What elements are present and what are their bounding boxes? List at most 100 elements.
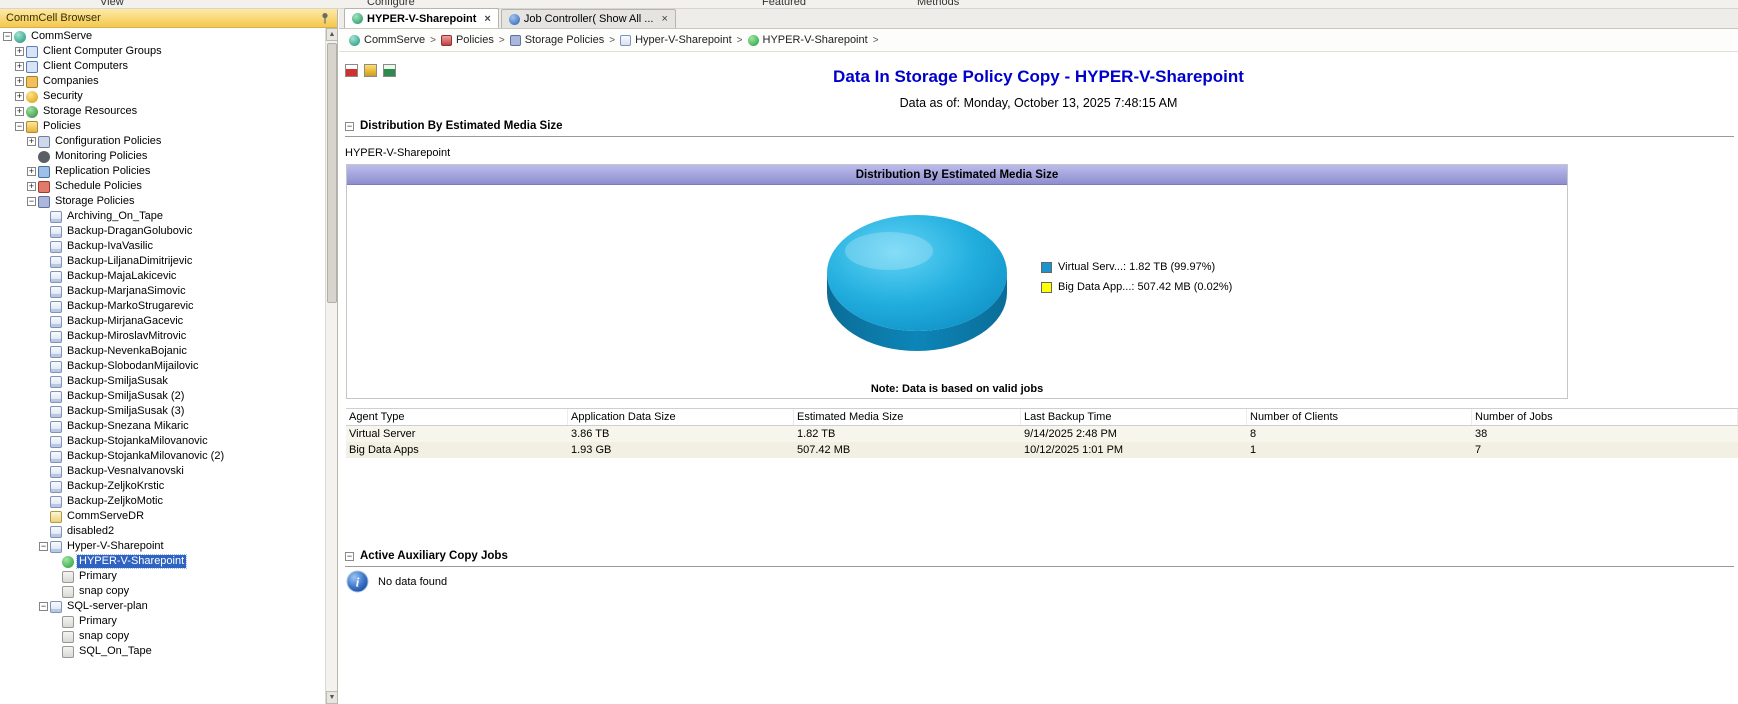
column-header-last-backup-time[interactable]: Last Backup Time <box>1021 409 1247 425</box>
tree-item-backup-nevenkabojanic[interactable]: Backup-NevenkaBojanic <box>0 344 325 359</box>
tree-item-monitoring-policies[interactable]: Monitoring Policies <box>0 149 325 164</box>
collapse-icon[interactable]: − <box>39 542 48 551</box>
breadcrumb-label: CommServe <box>364 34 426 46</box>
close-icon[interactable] <box>661 14 667 24</box>
report-content: Data In Storage Policy Copy - HYPER-V-Sh… <box>339 52 1738 704</box>
tree-item-primary[interactable]: Primary <box>0 614 325 629</box>
tree-item-label: Backup-DraganGolubovic <box>67 225 193 237</box>
breadcrumb-item-storage-policies[interactable]: Storage Policies <box>509 34 604 46</box>
scroll-up-icon[interactable] <box>326 28 337 41</box>
tab-hyper-v-sharepoint[interactable]: HYPER-V-Sharepoint <box>344 8 499 28</box>
ribbon-label-featured[interactable]: Featured <box>762 0 806 8</box>
sidebar-scrollbar[interactable] <box>325 28 337 704</box>
tree-item-policies[interactable]: − Policies <box>0 119 325 134</box>
tree-item-label: Policies <box>43 120 81 132</box>
tree-item-backup-smiljasusak[interactable]: Backup-SmiljaSusak <box>0 374 325 389</box>
section-distribution: Distribution By Estimated Media Size <box>345 120 1734 137</box>
tree-item-snap-copy[interactable]: snap copy <box>0 584 325 599</box>
tree-item-backup-liljanadimitrijevic[interactable]: Backup-LiljanaDimitrijevic <box>0 254 325 269</box>
breadcrumb-item-hyper-v-sharepoint[interactable]: HYPER-V-Sharepoint <box>747 34 868 46</box>
tree-item-label: Schedule Policies <box>55 180 142 192</box>
tree-item-replication-policies[interactable]: + Replication Policies <box>0 164 325 179</box>
legend-item-virtual-server: Virtual Serv...: 1.82 TB (99.97%) <box>1041 261 1232 273</box>
tree-item-client-computers[interactable]: + Client Computers <box>0 59 325 74</box>
storage-policy-icon <box>50 240 62 253</box>
tree-item-storage-resources[interactable]: + Storage Resources <box>0 104 325 119</box>
tree-item-backup-vesnaivanovski[interactable]: Backup-VesnaIvanovski <box>0 464 325 479</box>
column-header-agent-type[interactable]: Agent Type <box>346 409 568 425</box>
tree-item-sql-server-plan[interactable]: − SQL-server-plan <box>0 599 325 614</box>
tree-item-sql-on-tape[interactable]: SQL_On_Tape <box>0 644 325 659</box>
tree-item-security[interactable]: + Security <box>0 89 325 104</box>
tree-item-backup-majalakicevic[interactable]: Backup-MajaLakicevic <box>0 269 325 284</box>
tree-item-backup-dragangolubovic[interactable]: Backup-DraganGolubovic <box>0 224 325 239</box>
tree-item-backup-smiljasusak-3[interactable]: Backup-SmiljaSusak (3) <box>0 404 325 419</box>
collapse-icon[interactable] <box>345 121 354 131</box>
column-header-number-of-clients[interactable]: Number of Clients <box>1247 409 1472 425</box>
column-header-application-data-size[interactable]: Application Data Size <box>568 409 794 425</box>
schedule-policies-icon <box>38 180 50 193</box>
tree-item-commservedr[interactable]: CommServeDR <box>0 509 325 524</box>
tree-item-backup-zeljkokrstic[interactable]: Backup-ZeljkoKrstic <box>0 479 325 494</box>
expand-icon[interactable]: + <box>15 77 24 86</box>
tree-item-archiving-on-tape[interactable]: Archiving_On_Tape <box>0 209 325 224</box>
tree-item-label: Monitoring Policies <box>55 150 148 162</box>
collapse-icon[interactable]: − <box>27 197 36 206</box>
collapse-icon[interactable] <box>345 551 354 561</box>
tree-item-backup-smiljasusak-2[interactable]: Backup-SmiljaSusak (2) <box>0 389 325 404</box>
pin-icon[interactable] <box>319 12 331 24</box>
storage-policy-icon <box>50 330 62 343</box>
tree-item-backup-slobodanmijailovic[interactable]: Backup-SlobodanMijailovic <box>0 359 325 374</box>
tree-item-backup-marjanasimovic[interactable]: Backup-MarjanaSimovic <box>0 284 325 299</box>
tree-item-schedule-policies[interactable]: + Schedule Policies <box>0 179 325 194</box>
tree-item-disabled2[interactable]: disabled2 <box>0 524 325 539</box>
collapse-icon[interactable]: − <box>39 602 48 611</box>
tree-item-companies[interactable]: + Companies <box>0 74 325 89</box>
tree-item-label: Primary <box>79 615 117 627</box>
table-row-big-data-apps[interactable]: Big Data Apps 1.93 GB 507.42 MB 10/12/2025 … <box>346 442 1738 458</box>
expand-icon[interactable]: + <box>27 137 36 146</box>
expand-icon[interactable]: + <box>15 107 24 116</box>
tree-item-backup-zeljkomotic[interactable]: Backup-ZeljkoMotic <box>0 494 325 509</box>
column-header-number-of-jobs[interactable]: Number of Jobs <box>1472 409 1738 425</box>
ribbon-label-view[interactable]: View <box>100 0 124 8</box>
tree-item-hyper-v-sharepoint[interactable]: HYPER-V-Sharepoint <box>0 554 325 569</box>
collapse-icon[interactable]: − <box>15 122 24 131</box>
tree-item-backup-mirjanagacevic[interactable]: Backup-MirjanaGacevic <box>0 314 325 329</box>
tree-item-hyper-v-sharepoint[interactable]: − Hyper-V-Sharepoint <box>0 539 325 554</box>
breadcrumb-item-commserve[interactable]: CommServe <box>349 34 425 46</box>
tree-item-commserve[interactable]: − CommServe <box>0 29 325 44</box>
tree-item-backup-stojankamilovanovic[interactable]: Backup-StojankaMilovanovic <box>0 434 325 449</box>
expand-icon[interactable]: + <box>15 62 24 71</box>
expand-icon[interactable]: + <box>15 92 24 101</box>
column-header-estimated-media-size[interactable]: Estimated Media Size <box>794 409 1021 425</box>
chart-title: Distribution By Estimated Media Size <box>347 165 1567 185</box>
scroll-down-icon[interactable] <box>326 691 337 704</box>
tree-item-snap-copy[interactable]: snap copy <box>0 629 325 644</box>
tree-item-storage-policies[interactable]: − Storage Policies <box>0 194 325 209</box>
tab-job-controller-show-all[interactable]: Job Controller( Show All ... <box>500 9 676 28</box>
tree-item-client-computer-groups[interactable]: + Client Computer Groups <box>0 44 325 59</box>
expand-icon[interactable]: + <box>15 47 24 56</box>
tree-item-label: CommServeDR <box>67 510 145 522</box>
close-icon[interactable] <box>484 14 490 24</box>
breadcrumb-item-policies[interactable]: Policies <box>440 34 494 46</box>
tree-item-backup-stojankamilovanovic-2[interactable]: Backup-StojankaMilovanovic (2) <box>0 449 325 464</box>
tree-item-backup-snezana-mikaric[interactable]: Backup-Snezana Mikaric <box>0 419 325 434</box>
expand-icon[interactable]: + <box>27 182 36 191</box>
breadcrumb-item-hyper-v-sharepoint[interactable]: Hyper-V-Sharepoint <box>620 34 732 46</box>
table-row-virtual-server[interactable]: Virtual Server 3.86 TB 1.82 TB 9/14/2025 2:… <box>346 426 1738 442</box>
expand-icon[interactable]: + <box>27 167 36 176</box>
commservedr-icon <box>50 510 62 523</box>
tree-item-configuration-policies[interactable]: + Configuration Policies <box>0 134 325 149</box>
commcell-browser-title: CommCell Browser <box>6 12 101 24</box>
collapse-icon[interactable]: − <box>3 32 12 41</box>
tree-item-backup-ivavasilic[interactable]: Backup-IvaVasilic <box>0 239 325 254</box>
storage-policy-icon <box>50 345 62 358</box>
tree-item-primary[interactable]: Primary <box>0 569 325 584</box>
ribbon-label-methods[interactable]: Methods <box>917 0 959 8</box>
scrollbar-thumb[interactable] <box>327 43 337 303</box>
ribbon-label-configure[interactable]: Configure <box>367 0 415 8</box>
tree-item-backup-miroslavmitrovic[interactable]: Backup-MiroslavMitrovic <box>0 329 325 344</box>
tree-item-backup-markostrugarevic[interactable]: Backup-MarkoStrugarevic <box>0 299 325 314</box>
